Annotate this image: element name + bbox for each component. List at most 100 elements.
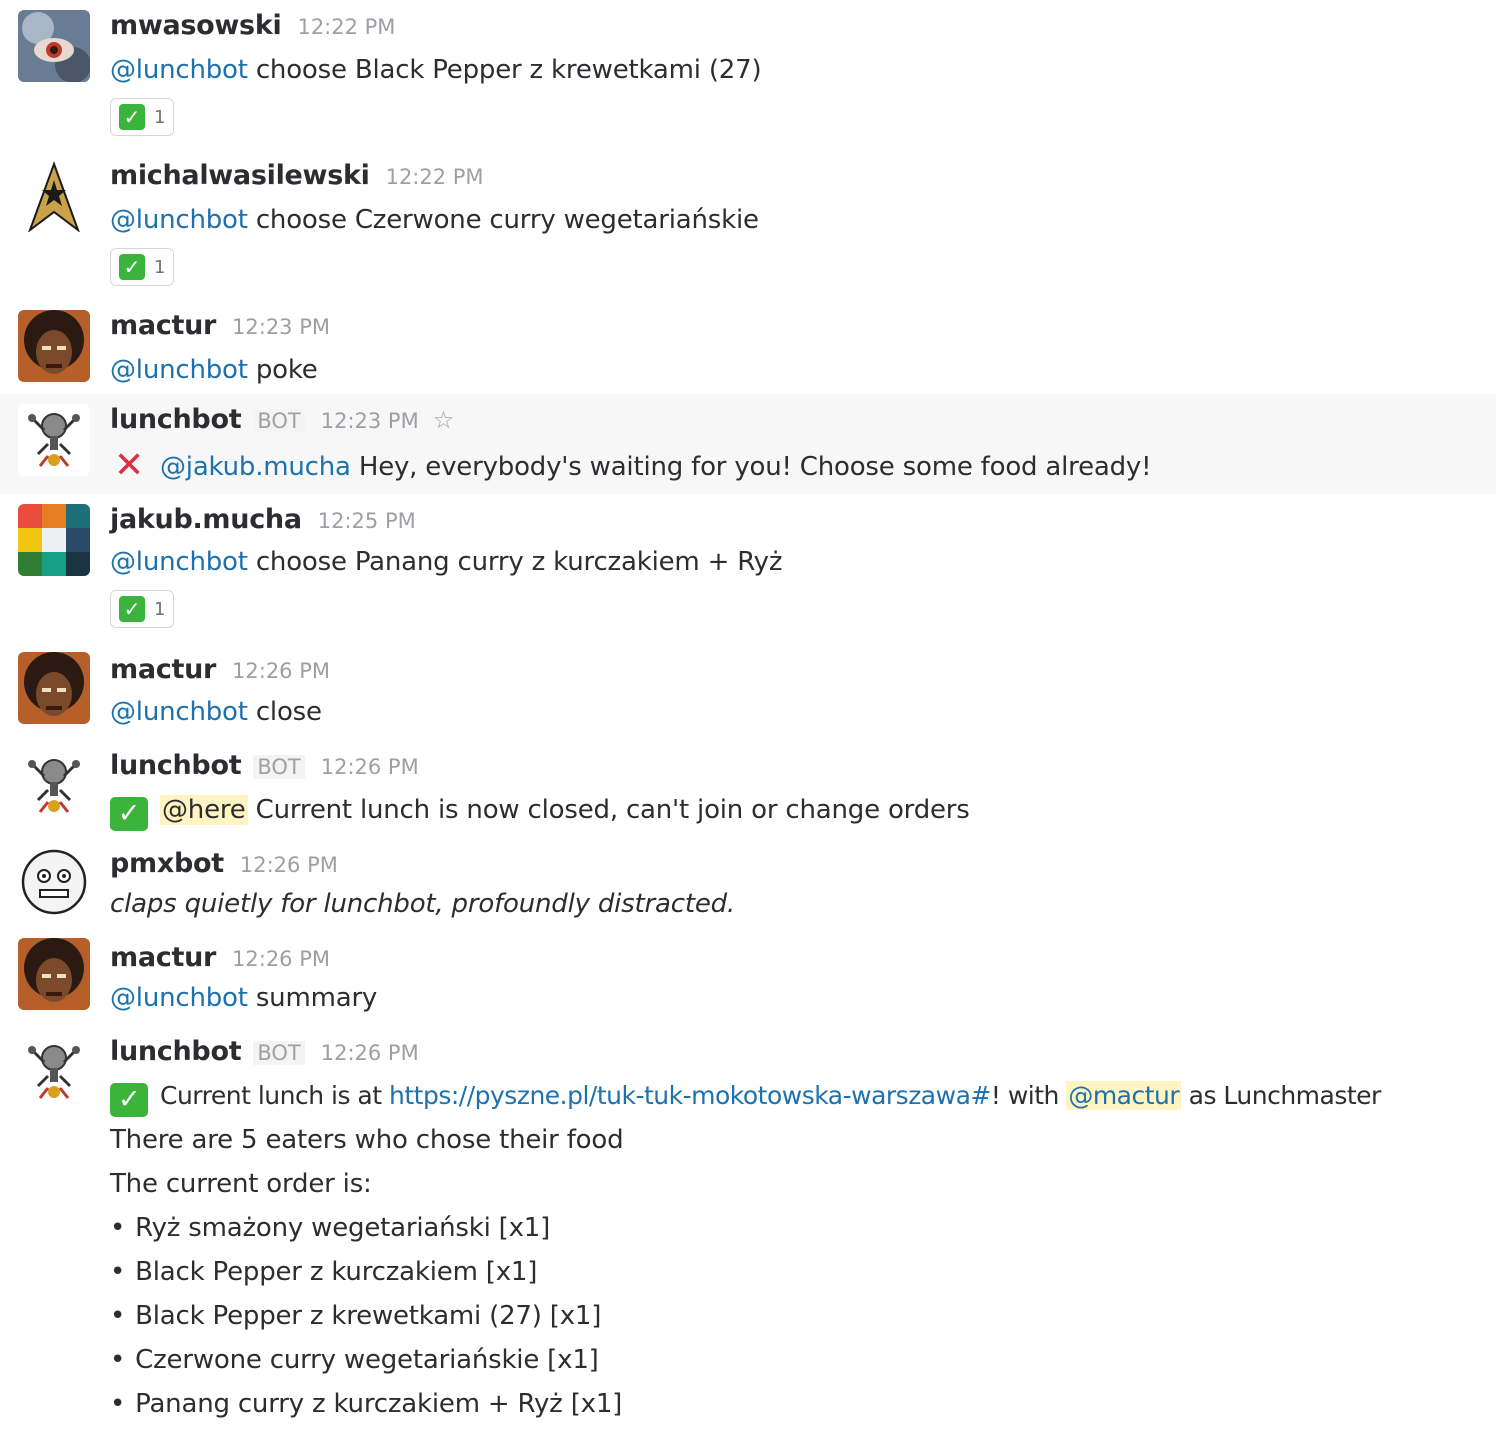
- mention-here[interactable]: @here: [160, 795, 248, 825]
- username[interactable]: lunchbot: [110, 750, 242, 781]
- mention-lunchmaster[interactable]: @mactur: [1066, 1081, 1182, 1110]
- message-item: mactur 12:26 PM @lunchbot summary: [0, 930, 1496, 1022]
- avatar[interactable]: [18, 938, 90, 1010]
- bot-avatar[interactable]: [18, 750, 90, 822]
- avatar[interactable]: [18, 310, 90, 382]
- timestamp[interactable]: 12:23 PM: [232, 315, 330, 339]
- white-check-mark-icon: ✓: [110, 1083, 148, 1117]
- mention-link[interactable]: @lunchbot: [110, 983, 248, 1013]
- x-mark-icon: ✕: [114, 445, 144, 486]
- timestamp[interactable]: 12:26 PM: [321, 755, 419, 779]
- message-header: jakub.mucha 12:25 PM: [110, 504, 416, 538]
- mention-link[interactable]: @lunchbot: [110, 355, 248, 385]
- message-header: pmxbot 12:26 PM: [110, 848, 338, 882]
- message-header: lunchbot BOT 12:23 PM ☆: [110, 404, 454, 438]
- message-item: mwasowski 12:22 PM @lunchbot choose Blac…: [0, 0, 1496, 150]
- message-text: claps quietly for lunchbot, profoundly d…: [110, 889, 735, 919]
- timestamp[interactable]: 12:26 PM: [321, 1041, 419, 1065]
- bullet: •: [110, 1345, 126, 1375]
- username[interactable]: lunchbot: [110, 404, 242, 435]
- message-body: close: [247, 697, 322, 727]
- message-body: choose Black Pepper z krewetkami (27): [247, 55, 762, 85]
- timestamp[interactable]: 12:22 PM: [297, 15, 395, 39]
- message-item: lunchbot BOT 12:26 PM ✓ Current lunch is …: [0, 1022, 1496, 1434]
- message-header: mactur 12:26 PM: [110, 654, 330, 688]
- message-text: @lunchbot close: [110, 694, 322, 730]
- message-item: jakub.mucha 12:25 PM @lunchbot choose Pa…: [0, 494, 1496, 642]
- reaction-button[interactable]: ✓ 1: [110, 590, 174, 628]
- username[interactable]: mactur: [110, 310, 216, 341]
- order-item-text: Black Pepper z krewetkami (27) [x1]: [135, 1301, 602, 1331]
- mention-link[interactable]: @lunchbot: [110, 547, 248, 577]
- username[interactable]: michalwasilewski: [110, 160, 370, 191]
- message-item: pmxbot 12:26 PM claps quietly for lunchb…: [0, 836, 1496, 930]
- order-item: • Czerwone curry wegetariańskie [x1]: [110, 1342, 599, 1378]
- message-text: @lunchbot choose Panang curry z kurczaki…: [110, 544, 783, 580]
- username[interactable]: mactur: [110, 942, 216, 973]
- message-header: lunchbot BOT 12:26 PM: [110, 1036, 419, 1070]
- order-item: • Ryż smażony wegetariański [x1]: [110, 1210, 550, 1246]
- reaction-count: 1: [154, 598, 166, 620]
- reaction-button[interactable]: ✓ 1: [110, 98, 174, 136]
- username[interactable]: lunchbot: [110, 1036, 242, 1067]
- username[interactable]: mwasowski: [110, 10, 282, 41]
- avatar[interactable]: [18, 652, 90, 724]
- order-item-text: Czerwone curry wegetariańskie [x1]: [135, 1345, 599, 1375]
- username[interactable]: mactur: [110, 654, 216, 685]
- order-item-text: Panang curry z kurczakiem + Ryż [x1]: [135, 1389, 623, 1419]
- bot-avatar[interactable]: [18, 1036, 90, 1108]
- bullet: •: [110, 1257, 126, 1287]
- summary-text: Current lunch is at: [160, 1081, 390, 1110]
- message-body: summary: [247, 983, 378, 1013]
- timestamp[interactable]: 12:22 PM: [386, 165, 484, 189]
- message-header: mactur 12:26 PM: [110, 942, 330, 976]
- avatar[interactable]: [18, 504, 90, 576]
- message-text: ✕ @jakub.mucha Hey, everybody's waiting f…: [110, 445, 1152, 486]
- mention-link[interactable]: @jakub.mucha: [160, 452, 351, 482]
- message-item: lunchbot BOT 12:26 PM ✓ @here Current lun…: [0, 736, 1496, 836]
- message-item: mactur 12:23 PM @lunchbot poke: [0, 300, 1496, 394]
- white-check-mark-icon: ✓: [110, 797, 148, 831]
- restaurant-link[interactable]: https://pyszne.pl/tuk-tuk-mokotowska-war…: [389, 1081, 991, 1110]
- mention-link[interactable]: @lunchbot: [110, 205, 248, 235]
- message-header: mactur 12:23 PM: [110, 310, 330, 344]
- white-check-mark-icon: ✓: [119, 254, 145, 280]
- timestamp[interactable]: 12:26 PM: [232, 659, 330, 683]
- message-item: mactur 12:26 PM @lunchbot close: [0, 642, 1496, 736]
- bot-avatar[interactable]: [18, 404, 90, 476]
- bot-badge: BOT: [253, 755, 305, 779]
- message-body: Hey, everybody's waiting for you! Choose…: [350, 452, 1152, 482]
- summary-line: ✓ Current lunch is at https://pyszne.pl/t…: [110, 1078, 1382, 1117]
- summary-text: as Lunchmaster: [1181, 1081, 1382, 1110]
- avatar[interactable]: [18, 10, 90, 82]
- avatar[interactable]: [18, 160, 90, 232]
- order-item: • Black Pepper z kurczakiem [x1]: [110, 1254, 537, 1290]
- message-body: choose Czerwone curry wegetariańskie: [247, 205, 759, 235]
- summary-text: ! with: [990, 1081, 1067, 1110]
- message-text: @lunchbot summary: [110, 980, 377, 1016]
- timestamp[interactable]: 12:23 PM: [321, 409, 419, 433]
- username[interactable]: jakub.mucha: [110, 504, 302, 535]
- timestamp[interactable]: 12:25 PM: [318, 509, 416, 533]
- message-body: Current lunch is now closed, can't join …: [247, 795, 970, 825]
- reaction-count: 1: [154, 106, 166, 128]
- bot-badge: BOT: [253, 1041, 305, 1065]
- bullet: •: [110, 1213, 126, 1243]
- bullet: •: [110, 1389, 126, 1419]
- message-item: michalwasilewski 12:22 PM @lunchbot choo…: [0, 150, 1496, 300]
- bot-badge: BOT: [253, 409, 305, 433]
- white-check-mark-icon: ✓: [119, 104, 145, 130]
- order-item: • Panang curry z kurczakiem + Ryż [x1]: [110, 1386, 622, 1422]
- avatar[interactable]: [18, 846, 90, 918]
- message-item: lunchbot BOT 12:23 PM ☆ ✕ @jakub.mucha He…: [0, 394, 1496, 494]
- message-header: michalwasilewski 12:22 PM: [110, 160, 484, 194]
- mention-link[interactable]: @lunchbot: [110, 697, 248, 727]
- reaction-button[interactable]: ✓ 1: [110, 248, 174, 286]
- mention-link[interactable]: @lunchbot: [110, 55, 248, 85]
- star-icon[interactable]: ☆: [433, 406, 455, 434]
- timestamp[interactable]: 12:26 PM: [240, 853, 338, 877]
- order-item-text: Black Pepper z kurczakiem [x1]: [135, 1257, 538, 1287]
- order-heading: The current order is:: [110, 1169, 372, 1199]
- timestamp[interactable]: 12:26 PM: [232, 947, 330, 971]
- username[interactable]: pmxbot: [110, 848, 224, 879]
